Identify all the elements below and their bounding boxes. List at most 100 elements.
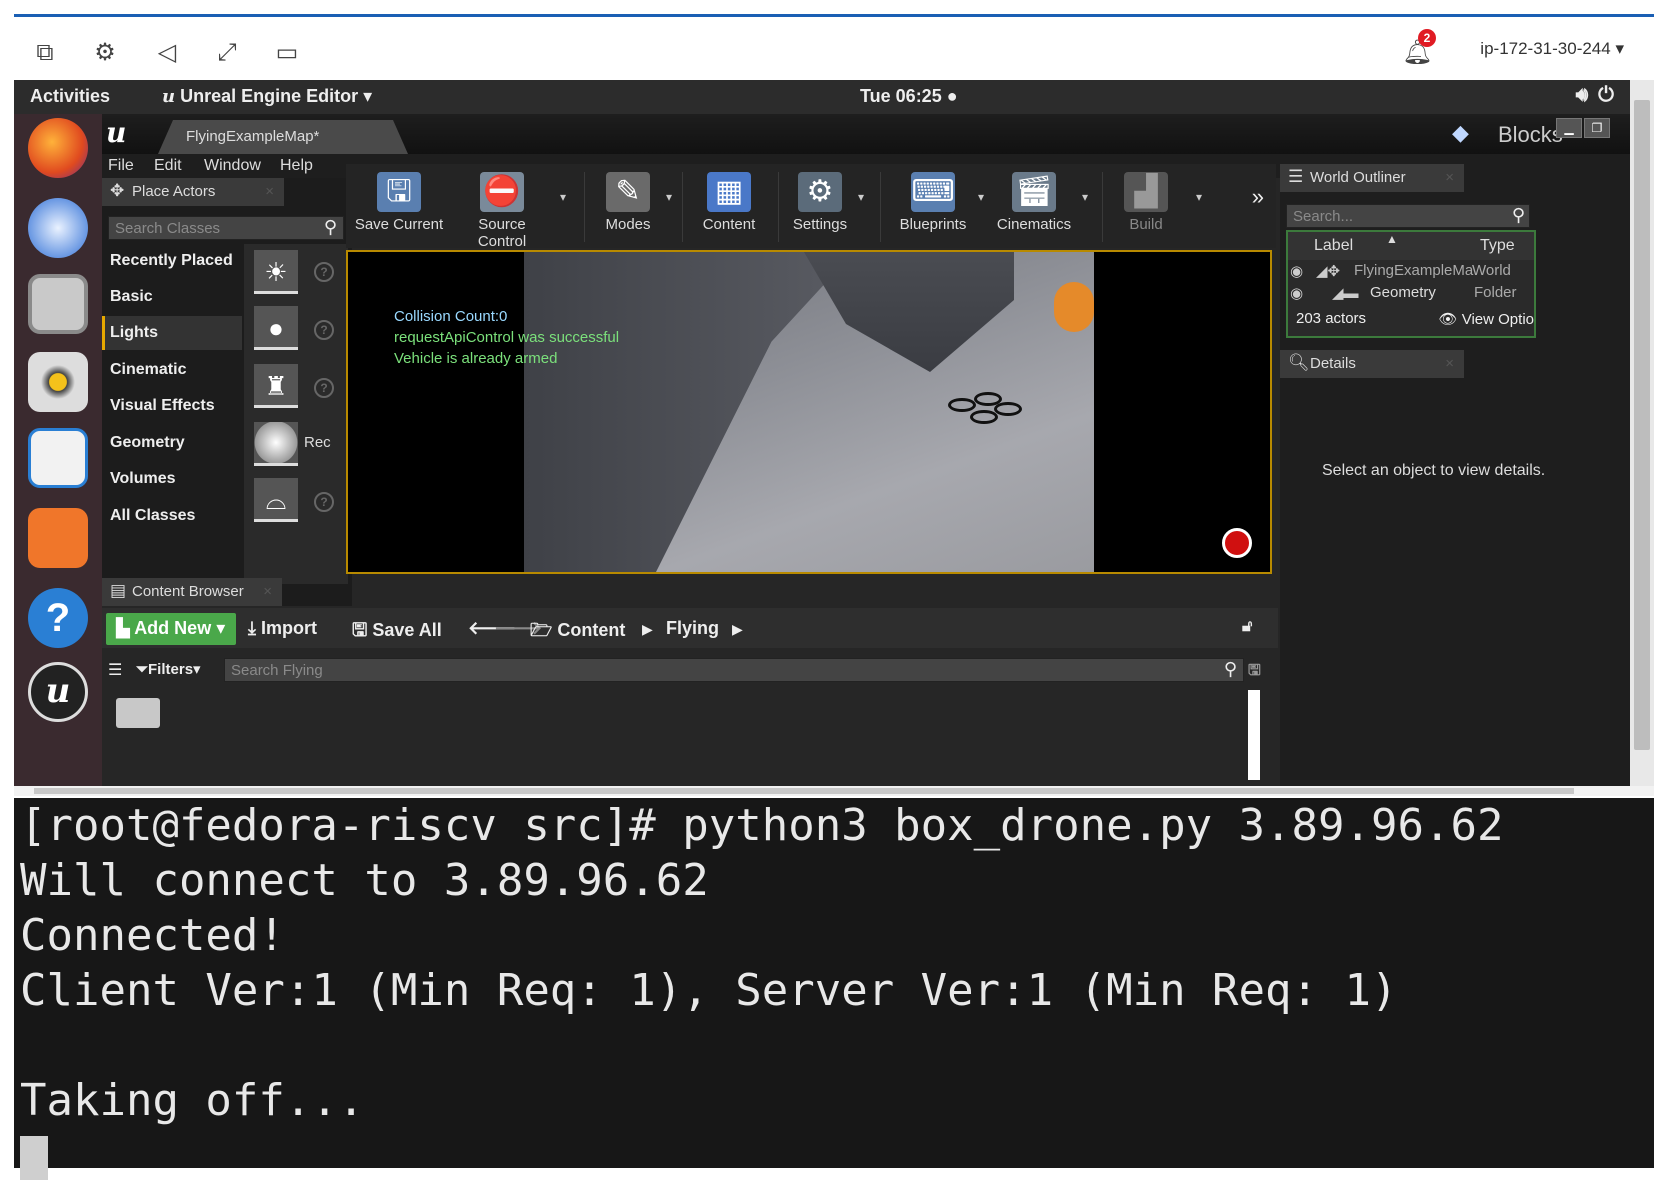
breadcrumb-arrow-icon[interactable]: ▶ (732, 621, 743, 638)
eye-icon[interactable]: ◉ (1290, 262, 1303, 280)
atmospheric-fog-icon[interactable]: ⌓ (254, 478, 298, 522)
column-label[interactable]: Label (1314, 237, 1353, 255)
search-flying-input[interactable]: Search Flying ⚲ (224, 658, 1244, 682)
help-icon[interactable]: ? (28, 588, 88, 648)
firefox-icon[interactable] (28, 118, 88, 178)
chevron-down-icon: ▾ (559, 190, 566, 204)
sky-light-icon[interactable] (254, 422, 298, 466)
category-basic[interactable]: Basic (102, 280, 242, 314)
close-icon[interactable]: × (1445, 355, 1454, 372)
add-file-icon: ▙ (116, 618, 130, 638)
unreal-icon[interactable]: u (28, 662, 88, 722)
content-button[interactable]: ▦ Content (696, 166, 762, 244)
category-recently-placed[interactable]: Recently Placed (102, 244, 242, 278)
help-icon[interactable]: ? (314, 492, 334, 512)
files-icon[interactable] (28, 274, 88, 334)
add-new-button[interactable]: ▙ Add New ▾ (106, 613, 236, 645)
more-toolbar-icon[interactable]: » (1252, 184, 1264, 210)
level-viewport[interactable]: Collision Count:0 requestApiControl was … (346, 250, 1272, 574)
window-vertical-scrollbar[interactable] (1630, 80, 1654, 786)
window-horizontal-scrollbar[interactable] (14, 786, 1654, 796)
eye-icon[interactable]: ◉ (1290, 284, 1303, 302)
breadcrumb-arrow-icon[interactable]: ▶ (642, 621, 653, 638)
menu-file[interactable]: File (108, 157, 134, 175)
save-search-icon[interactable]: 🖫︎ (1248, 660, 1261, 685)
sources-toggle-icon[interactable]: ☰ (108, 660, 122, 680)
category-all-classes[interactable]: All Classes (102, 499, 242, 533)
outliner-search-input[interactable]: Search... ⚲ (1286, 204, 1530, 228)
settings-button[interactable]: ⚙ Settings ▾ (790, 166, 864, 244)
filter-icon: ⏷ (136, 661, 149, 678)
save-all-button[interactable]: 🖫︎ Save All (352, 618, 442, 648)
fullscreen-icon[interactable]: ⤢ (212, 37, 242, 67)
lock-icon[interactable]: 🔓︎ (1242, 618, 1252, 636)
cinematics-button[interactable]: 🎬︎ Cinematics ▾ (994, 166, 1088, 244)
search-classes-input[interactable]: Search Classes ⚲ (108, 216, 344, 240)
directional-light-icon[interactable]: ☀ (254, 250, 298, 294)
category-visual-effects[interactable]: Visual Effects (102, 389, 242, 423)
restore-button[interactable]: ❐ (1584, 118, 1610, 138)
level-tab[interactable]: FlyingExampleMap* (158, 120, 408, 154)
point-light-icon[interactable]: ● (254, 306, 298, 350)
gear-icon[interactable]: ⚙ (90, 37, 120, 67)
host-dropdown[interactable]: ip-172-31-30-244 ▾ (1480, 39, 1624, 59)
content-browser-tab[interactable]: ▤ Content Browser × (102, 578, 282, 606)
help-icon[interactable]: ? (314, 378, 334, 398)
writer-icon[interactable] (28, 428, 88, 488)
world-outliner-tab[interactable]: ☰ World Outliner × (1280, 164, 1464, 192)
search-placeholder: Search Classes (115, 220, 221, 237)
modes-icon: ✎ (606, 172, 650, 212)
drone-rotor (948, 398, 976, 412)
record-button[interactable] (1222, 528, 1252, 558)
clock[interactable]: Tue 06:25 ● (860, 86, 958, 107)
category-volumes[interactable]: Volumes (102, 462, 242, 496)
minimize-button[interactable]: ▁ (1556, 118, 1582, 138)
import-button[interactable]: ⤓ Import (248, 618, 317, 639)
terminal[interactable]: [root@fedora-riscv src]# python3 box_dro… (14, 798, 1654, 1180)
activities-button[interactable]: Activities (30, 86, 110, 107)
outliner-row[interactable]: ◉ ◢✥ FlyingExampleMa World (1288, 260, 1534, 282)
save-current-label: Save Current (354, 216, 444, 233)
path-content[interactable]: 🗁︎ Content (530, 618, 625, 648)
scrollbar-thumb[interactable] (1634, 100, 1650, 750)
menu-window[interactable]: Window (204, 157, 261, 175)
volume-icon[interactable]: ◁ (152, 37, 182, 67)
place-actors-tab[interactable]: ✥ Place Actors × (102, 178, 284, 206)
display-icon[interactable]: ▭ (272, 37, 302, 67)
menu-edit[interactable]: Edit (154, 157, 182, 175)
scrollbar-thumb[interactable] (34, 788, 1574, 794)
close-icon[interactable]: × (1445, 169, 1454, 186)
notification-button[interactable]: 🔔︎ 2 (1402, 29, 1436, 67)
menu-help[interactable]: Help (280, 157, 313, 175)
help-icon[interactable]: ? (314, 320, 334, 340)
category-cinematic[interactable]: Cinematic (102, 353, 242, 387)
folder-icon[interactable] (116, 698, 160, 728)
thunderbird-icon[interactable] (28, 198, 88, 258)
modes-button[interactable]: ✎ Modes ▾ (598, 166, 672, 244)
blueprints-button[interactable]: ⌨ Blueprints ▾ (896, 166, 984, 244)
category-geometry[interactable]: Geometry (102, 426, 242, 460)
details-tab[interactable]: 🔍︎ Details × (1280, 350, 1464, 378)
content-scrollbar[interactable] (1248, 690, 1260, 780)
filters-button[interactable]: ⏷Filters▾ (136, 660, 201, 678)
rhythmbox-icon[interactable] (28, 352, 88, 412)
column-type[interactable]: Type (1480, 237, 1515, 255)
save-current-button[interactable]: 🖫︎ Save Current (352, 166, 446, 244)
close-icon[interactable]: × (265, 183, 274, 200)
outliner-row[interactable]: ◉ ◢▬ Geometry Folder (1288, 282, 1534, 304)
view-options-button[interactable]: 👁︎ View Optio (1439, 310, 1534, 328)
copy-icon[interactable]: ⧉ (30, 37, 60, 67)
app-menu-label: Unreal Engine Editor (180, 86, 359, 106)
close-icon[interactable]: × (263, 583, 272, 600)
toolbar-divider (778, 172, 779, 242)
category-lights[interactable]: Lights (102, 316, 242, 350)
software-icon[interactable] (28, 508, 88, 568)
spot-light-icon[interactable]: ♜ (254, 364, 298, 408)
build-button[interactable]: ▟ Build ▾ (1118, 166, 1202, 244)
system-tray[interactable]: 🔊︎⏻ (1576, 84, 1624, 107)
app-menu[interactable]: u Unreal Engine Editor ▾ (162, 86, 372, 107)
help-icon[interactable]: ? (314, 262, 334, 282)
source-control-button[interactable]: ⛔ Source Control ▾ (452, 166, 566, 250)
actor-count: 203 actors (1296, 310, 1367, 327)
path-flying[interactable]: Flying (666, 618, 719, 639)
